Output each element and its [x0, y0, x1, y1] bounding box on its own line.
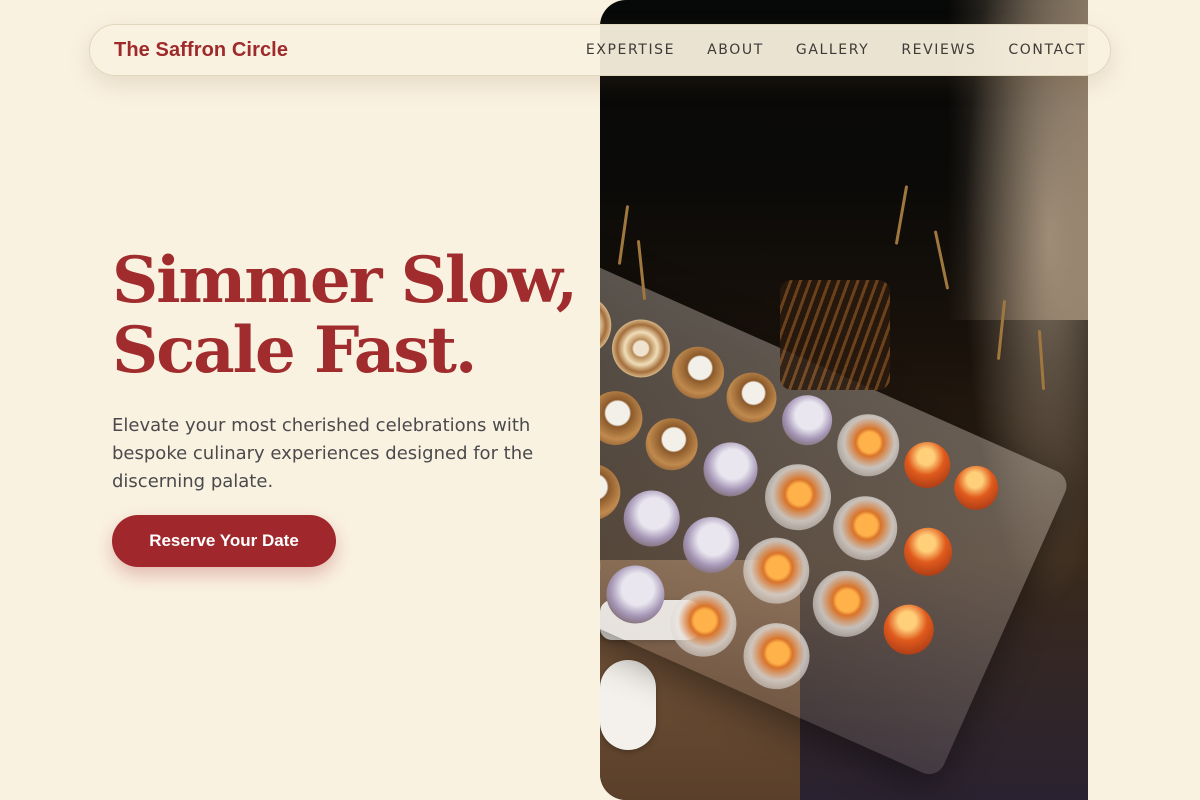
canape: [718, 364, 785, 431]
canape: [694, 433, 767, 505]
canape: [827, 404, 910, 487]
nav-link-gallery[interactable]: GALLERY: [796, 42, 869, 58]
brand-logo[interactable]: The Saffron Circle: [114, 39, 288, 62]
hero-headline-line-1: Simmer Slow,: [112, 243, 578, 318]
canape: [614, 481, 689, 556]
nav-link-expertise[interactable]: EXPERTISE: [586, 42, 675, 58]
canape: [600, 556, 674, 633]
canape: [674, 507, 749, 582]
canape: [659, 580, 747, 668]
canape: [896, 434, 958, 496]
hero-headline: Simmer Slow, Scale Fast.: [112, 246, 592, 386]
canape: [732, 612, 821, 700]
skewer: [894, 185, 909, 245]
nav-link-contact[interactable]: CONTACT: [1008, 42, 1086, 58]
canape: [822, 485, 908, 571]
nav-link-about[interactable]: ABOUT: [707, 42, 764, 58]
breadstick-cup: [780, 280, 890, 390]
hero-headline-line-2: Scale Fast.: [112, 313, 477, 388]
canape: [637, 409, 706, 479]
top-nav: The Saffron Circle EXPERTISE ABOUT GALLE…: [89, 24, 1111, 76]
canape: [754, 453, 842, 541]
canape: [802, 560, 890, 648]
canape: [947, 458, 1006, 517]
skewer: [1037, 329, 1046, 391]
canape: [896, 520, 960, 584]
skewer: [617, 205, 630, 265]
nav-links: EXPERTISE ABOUT GALLERY REVIEWS CONTACT: [586, 42, 1086, 58]
hero-description: Elevate your most cherished celebrations…: [112, 415, 534, 492]
canape: [875, 596, 942, 663]
canape: [600, 382, 652, 454]
canape: [602, 310, 680, 387]
skewer: [933, 230, 950, 290]
decor-letter-shape: [600, 660, 656, 750]
nav-link-reviews[interactable]: REVIEWS: [901, 42, 976, 58]
canape: [732, 527, 820, 615]
hero-image: [600, 0, 1088, 800]
canape: [663, 338, 733, 408]
canape: [774, 387, 841, 454]
reserve-date-button[interactable]: Reserve Your Date: [112, 515, 336, 567]
